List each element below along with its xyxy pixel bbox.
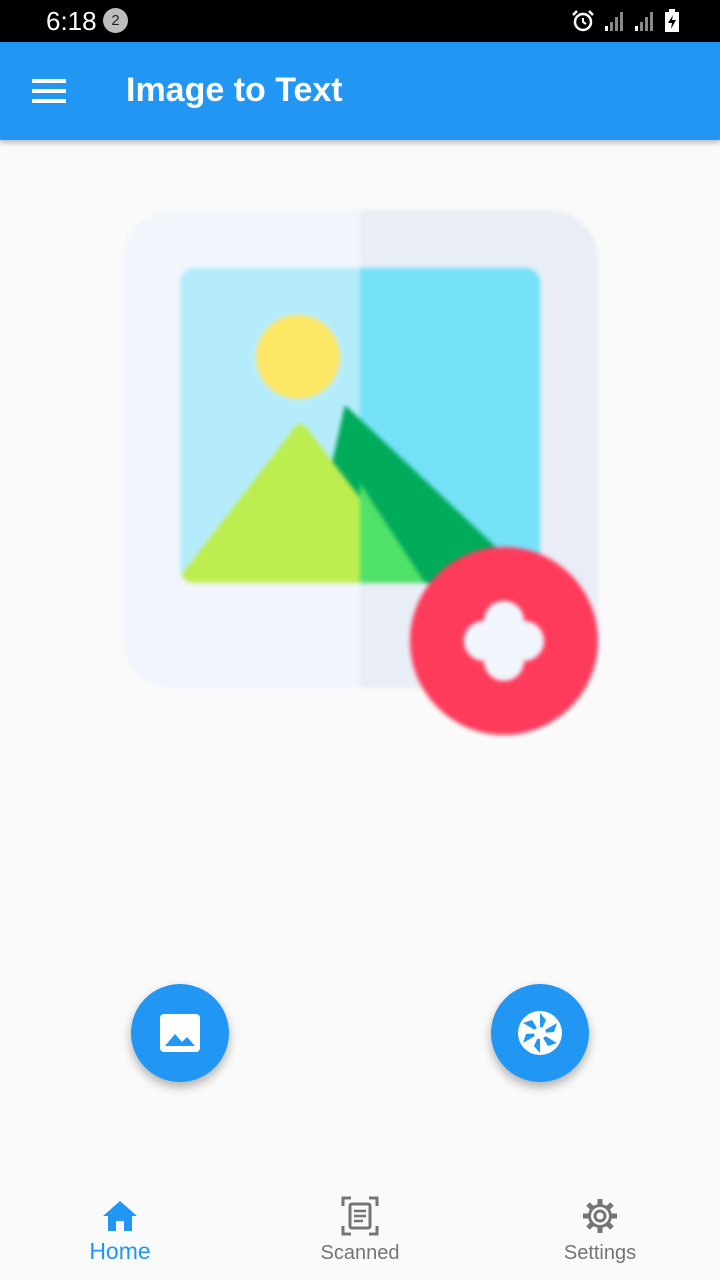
document-scan-icon — [341, 1196, 379, 1236]
notification-count-badge: 2 — [103, 8, 128, 33]
capture-with-camera-button[interactable] — [491, 984, 589, 1082]
status-time: 6:18 — [46, 6, 97, 36]
bottom-navigation: Home Scanned Settings — [0, 1180, 720, 1280]
signal-icon — [605, 12, 623, 31]
pick-from-gallery-button[interactable] — [131, 984, 229, 1082]
image-icon — [160, 1014, 200, 1052]
nav-item-scanned[interactable]: Scanned — [240, 1180, 480, 1280]
nav-item-settings[interactable]: Settings — [480, 1180, 720, 1280]
home-icon — [103, 1201, 137, 1231]
status-icons — [570, 8, 680, 34]
signal-icon — [635, 12, 653, 31]
nav-item-home[interactable]: Home — [0, 1180, 240, 1280]
alarm-icon — [572, 10, 594, 32]
camera-aperture-icon — [518, 1011, 562, 1055]
nav-label-home: Home — [89, 1238, 151, 1264]
menu-button[interactable] — [20, 64, 78, 118]
app-bar: Image to Text — [0, 42, 720, 140]
nav-label-settings: Settings — [563, 1242, 637, 1264]
page-title: Image to Text — [126, 71, 343, 109]
add-image-illustration — [123, 210, 598, 735]
status-bar: 6:18 2 — [0, 0, 720, 42]
nav-label-scanned: Scanned — [320, 1242, 400, 1264]
menu-icon — [32, 79, 66, 103]
gear-icon — [583, 1199, 617, 1233]
battery-charging-icon — [665, 9, 679, 32]
